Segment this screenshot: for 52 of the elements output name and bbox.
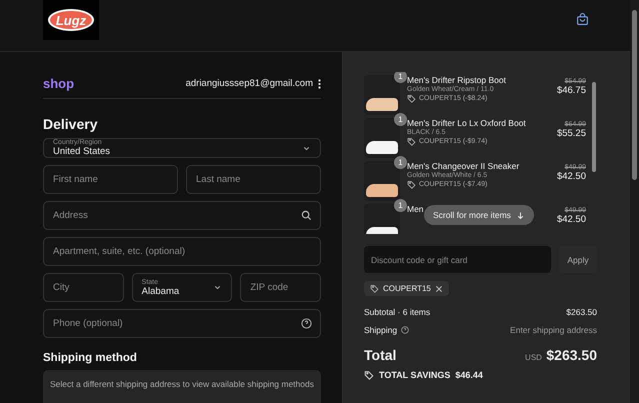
product-name: Men's Drifter Lo Lx Oxford Boot (407, 118, 526, 128)
sale-price: $42.50 (556, 214, 586, 225)
help-icon[interactable] (401, 326, 410, 334)
input-field[interactable]: Last name (186, 165, 321, 194)
input-field[interactable]: Apartment, suite, etc. (optional) (43, 237, 321, 266)
arrow-down-icon (516, 210, 525, 220)
savings-value: $46.44 (455, 370, 483, 380)
shipping-value: Enter shipping address (510, 325, 597, 335)
subtotal-label: Subtotal · 6 items (364, 307, 430, 317)
tag-icon (364, 370, 374, 380)
input-field[interactable]: Phone (optional) (43, 309, 321, 338)
shop-brand: shop (43, 76, 74, 91)
shipping-label: Shipping (364, 325, 398, 335)
more-menu-icon[interactable] (318, 78, 321, 88)
subtotal-value: $263.50 (566, 307, 597, 317)
input-field[interactable]: City (43, 273, 124, 302)
chevron-down-icon (213, 283, 222, 292)
quantity-badge: 1 (394, 199, 407, 212)
section-heading: Shipping method (43, 352, 138, 364)
quantity-badge: 1 (394, 156, 407, 169)
input-field[interactable]: Address (43, 201, 321, 230)
input-field[interactable]: ZIP code (240, 273, 322, 302)
brand-logo[interactable]: Lugz (48, 9, 94, 31)
total-label: Total (364, 347, 396, 363)
quantity-badge: 1 (394, 113, 407, 126)
currency-code: USD (525, 353, 542, 362)
discount-field[interactable]: Discount code or gift card (364, 246, 551, 273)
applied-code: COUPERT15 (383, 284, 431, 293)
total-savings: TOTAL SAVINGS (379, 370, 450, 380)
help-icon (301, 318, 312, 329)
quantity-badge: 1 (394, 72, 407, 83)
product-name: Men's Drifter Ripstop Boot (407, 75, 506, 85)
page-scrollbar[interactable] (630, 0, 639, 403)
close-icon[interactable] (434, 284, 443, 292)
sale-price: $42.50 (556, 171, 586, 182)
shopping-bag-icon[interactable] (576, 12, 589, 26)
product-name: Men (407, 204, 424, 214)
tag-icon (407, 94, 416, 103)
scroll-hint[interactable]: Scroll for more items (424, 205, 534, 225)
shipping-notice: Select a different shipping address to view available shipping methods (43, 370, 321, 403)
sale-price: $55.25 (556, 128, 586, 139)
input-field[interactable]: First name (43, 165, 178, 194)
apply-button[interactable]: Apply (559, 246, 597, 273)
section-heading: Delivery (43, 116, 98, 132)
sale-price: $46.75 (556, 85, 586, 96)
account-email: adriangiusssep81@gmail.com (186, 78, 313, 89)
tag-icon (370, 284, 379, 293)
tag-icon (407, 180, 416, 189)
tag-icon (407, 137, 416, 146)
total-value: $263.50 (546, 347, 597, 363)
search-icon (301, 210, 312, 221)
product-name: Men's Changeover II Sneaker (407, 161, 520, 171)
